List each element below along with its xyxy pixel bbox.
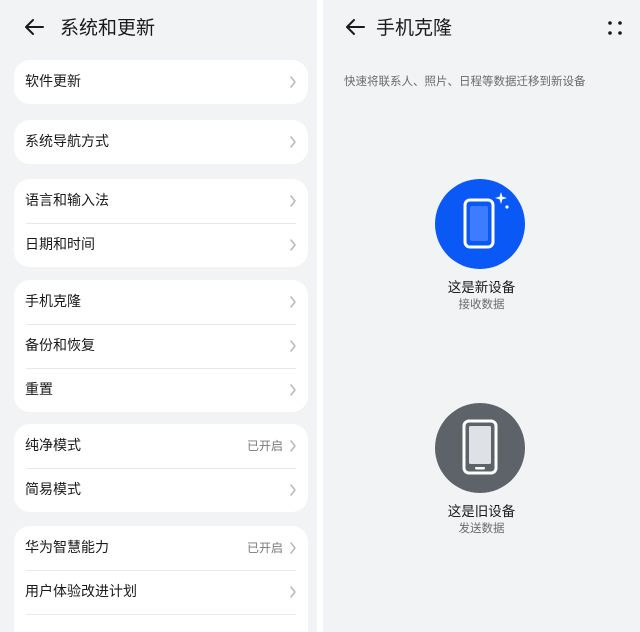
settings-group: 语言和输入法 日期和时间 bbox=[14, 179, 308, 267]
chevron-right-icon bbox=[290, 136, 296, 148]
option-subtitle: 接收数据 bbox=[458, 297, 505, 311]
page-title: 系统和更新 bbox=[60, 17, 156, 39]
chevron-right-icon bbox=[290, 440, 296, 452]
settings-item-status: 已开启 bbox=[246, 541, 283, 555]
settings-item-navigation[interactable]: 系统导航方式 bbox=[14, 120, 308, 164]
settings-item-label: 备份和恢复 bbox=[25, 338, 95, 354]
option-title: 这是旧设备 bbox=[447, 504, 516, 520]
chevron-right-icon bbox=[290, 340, 296, 352]
settings-item-label: 日期和时间 bbox=[25, 237, 95, 253]
settings-item-phone-clone[interactable]: 手机克隆 bbox=[14, 280, 308, 324]
settings-item-label: 纯净模式 bbox=[25, 438, 81, 454]
settings-item-label: 华为智慧能力 bbox=[25, 540, 109, 556]
settings-item-language-input[interactable]: 语言和输入法 bbox=[14, 179, 308, 223]
old-phone-icon bbox=[462, 419, 498, 475]
chevron-right-icon bbox=[290, 195, 296, 207]
page-title: 手机克隆 bbox=[376, 17, 453, 39]
settings-item-label: 用户体验改进计划 bbox=[25, 584, 137, 600]
chevron-right-icon bbox=[290, 586, 296, 598]
option-new-device[interactable]: 这是新设备 接收数据 bbox=[323, 179, 640, 319]
back-arrow-icon[interactable] bbox=[341, 13, 369, 41]
left-header: 系统和更新 bbox=[0, 0, 317, 56]
settings-item-pure-mode[interactable]: 纯净模式 已开启 bbox=[14, 424, 308, 468]
old-device-circle[interactable] bbox=[435, 403, 525, 493]
new-device-circle[interactable] bbox=[435, 179, 525, 269]
settings-item-label: 软件更新 bbox=[25, 74, 81, 90]
settings-group: 纯净模式 已开启 简易模式 bbox=[14, 424, 308, 512]
option-subtitle: 发送数据 bbox=[458, 521, 505, 535]
settings-group: 华为智慧能力 已开启 用户体验改进计划 bbox=[14, 526, 308, 632]
settings-item-label: 语言和输入法 bbox=[25, 193, 109, 209]
settings-item-software-update[interactable]: 软件更新 bbox=[14, 60, 308, 104]
settings-item-reset[interactable]: 重置 bbox=[14, 368, 308, 412]
new-phone-icon bbox=[463, 192, 509, 249]
phone-clone-screen: 手机克隆 快速将联系人、照片、日程等数据迁移到新设备 这是新设备 接收数据 这是… bbox=[323, 0, 640, 632]
settings-item-user-experience[interactable]: 用户体验改进计划 bbox=[14, 570, 308, 614]
settings-item-simple-mode[interactable]: 简易模式 bbox=[14, 468, 308, 512]
chevron-right-icon bbox=[290, 384, 296, 396]
chevron-right-icon bbox=[290, 296, 296, 308]
chevron-right-icon bbox=[290, 484, 296, 496]
settings-item-label: 重置 bbox=[25, 382, 53, 398]
back-arrow-icon[interactable] bbox=[20, 13, 48, 41]
option-title: 这是新设备 bbox=[447, 280, 516, 296]
settings-item-status: 已开启 bbox=[246, 439, 283, 453]
system-update-screen: 系统和更新 软件更新 系统导航方式 语言和输入法 日期和时间 手机克隆 备份和恢… bbox=[0, 0, 317, 632]
settings-item-label: 手机克隆 bbox=[25, 294, 81, 310]
settings-item-huawei-smart[interactable]: 华为智慧能力 已开启 bbox=[14, 526, 308, 570]
more-dots-icon[interactable] bbox=[604, 17, 626, 39]
settings-item-backup-restore[interactable]: 备份和恢复 bbox=[14, 324, 308, 368]
settings-group: 软件更新 bbox=[14, 60, 308, 104]
settings-item-label: 简易模式 bbox=[25, 482, 81, 498]
settings-item-date-time[interactable]: 日期和时间 bbox=[14, 223, 308, 267]
settings-group: 手机克隆 备份和恢复 重置 bbox=[14, 280, 308, 412]
chevron-right-icon bbox=[290, 542, 296, 554]
settings-item-next-divider bbox=[14, 614, 308, 632]
page-subtitle: 快速将联系人、照片、日程等数据迁移到新设备 bbox=[344, 74, 586, 88]
settings-item-label: 系统导航方式 bbox=[25, 134, 109, 150]
chevron-right-icon bbox=[290, 239, 296, 251]
chevron-right-icon bbox=[290, 76, 296, 88]
right-header: 手机克隆 bbox=[323, 0, 640, 56]
settings-group: 系统导航方式 bbox=[14, 120, 308, 164]
option-old-device[interactable]: 这是旧设备 发送数据 bbox=[323, 403, 640, 543]
